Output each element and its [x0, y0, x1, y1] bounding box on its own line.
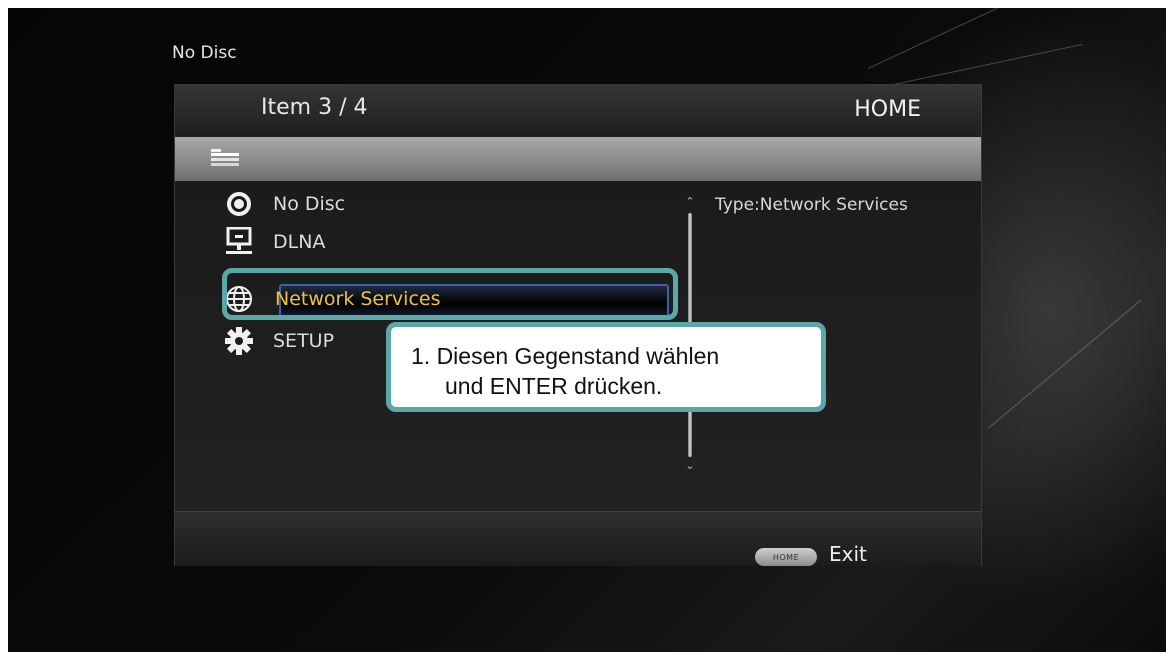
gear-icon — [221, 326, 257, 356]
scroll-up-icon[interactable]: ⌃ — [683, 195, 697, 208]
menu-item-dlna[interactable]: DLNA — [221, 225, 325, 259]
item-counter: Item 3 / 4 — [261, 95, 368, 120]
folder-icon — [211, 149, 239, 166]
menu-item-label: SETUP — [273, 330, 335, 352]
menu-toolbar — [175, 137, 981, 181]
home-button-icon[interactable]: HOME — [755, 548, 817, 566]
exit-label[interactable]: Exit — [829, 542, 867, 566]
disc-status-text: No Disc — [172, 43, 237, 63]
network-monitor-icon — [221, 227, 257, 257]
instruction-callout: 1. Diesen Gegenstand wählen und ENTER dr… — [386, 322, 826, 412]
menu-item-label: No Disc — [273, 193, 346, 215]
background-line — [867, 8, 1086, 69]
scroll-down-icon[interactable]: ⌄ — [683, 459, 697, 472]
menu-header: Item 3 / 4 HOME — [175, 85, 981, 137]
callout-line-2: und ENTER drücken. — [445, 373, 663, 399]
highlight-frame — [222, 268, 678, 320]
menu-title: HOME — [854, 97, 921, 122]
background-line — [987, 299, 1142, 429]
menu-footer: HOME Exit — [175, 511, 981, 566]
menu-item-no-disc[interactable]: No Disc — [221, 187, 345, 221]
callout-line-1: 1. Diesen Gegenstand wählen — [411, 343, 720, 369]
menu-item-setup[interactable]: SETUP — [221, 324, 334, 358]
menu-item-label: DLNA — [273, 231, 326, 253]
item-type-info: Type:Network Services — [715, 195, 908, 215]
disc-icon — [221, 189, 257, 219]
